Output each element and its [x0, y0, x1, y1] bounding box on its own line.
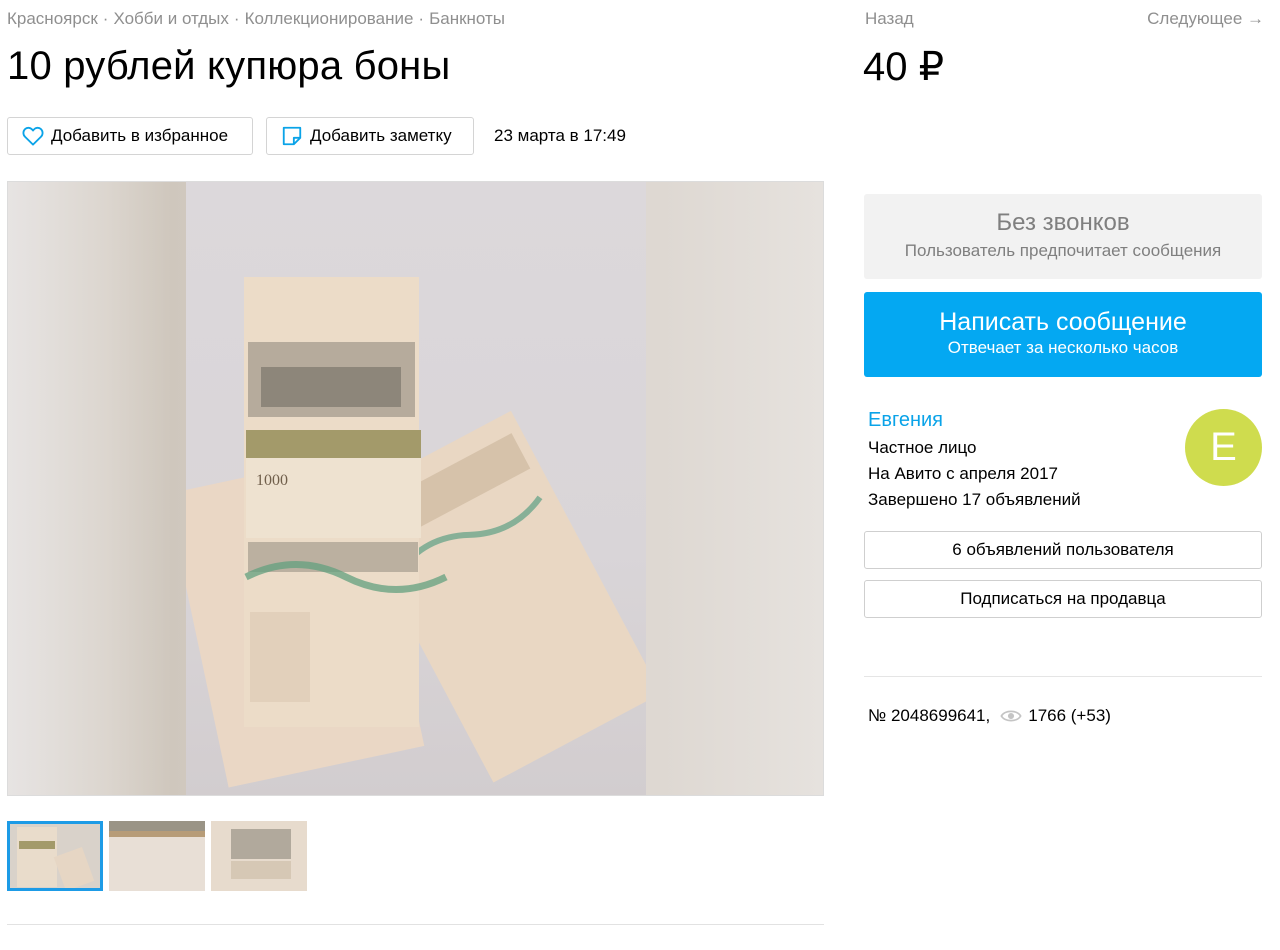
- seller-completed: Завершено 17 объявлений: [868, 490, 1081, 509]
- breadcrumb-separator: ·: [233, 9, 240, 28]
- listing-meta: № 2048699641, 1766 (+53): [868, 706, 1111, 726]
- thumbnail-strip: [7, 821, 307, 891]
- add-note-button[interactable]: Добавить заметку: [266, 117, 474, 155]
- breadcrumb: Красноярск · Хобби и отдых · Коллекционирова…: [7, 9, 505, 29]
- thumbnail-image: [109, 821, 205, 891]
- add-note-label: Добавить заметку: [310, 126, 452, 145]
- back-link[interactable]: Назад: [865, 9, 914, 29]
- breadcrumb-separator: ·: [418, 9, 425, 28]
- avatar[interactable]: Е: [1185, 409, 1262, 486]
- publish-date: 23 марта в 17:49: [494, 126, 626, 145]
- thumbnail-image: [211, 821, 307, 891]
- no-calls-notice: Без звонков Пользователь предпочитает со…: [864, 194, 1262, 279]
- seller-since: На Авито с апреля 2017: [868, 464, 1058, 483]
- price: 40 ₽: [863, 45, 945, 89]
- no-calls-title: Без звонков: [996, 209, 1130, 236]
- seller-ads-button[interactable]: 6 объявлений пользователя: [864, 531, 1262, 569]
- breadcrumb-separator: ·: [102, 9, 109, 28]
- wrapper-text: 1000: [256, 472, 288, 489]
- page-title: 10 рублей купюра боны: [7, 44, 451, 88]
- thumbnail-image: [7, 821, 103, 891]
- breadcrumb-hobby[interactable]: Хобби и отдых: [113, 9, 228, 28]
- add-to-favorites-label: Добавить в избранное: [51, 126, 229, 145]
- seller-info: Евгения Частное лицо На Авито с апреля 2…: [868, 409, 1081, 510]
- listing-number: № 2048699641,: [868, 706, 991, 725]
- divider: [7, 924, 824, 925]
- breadcrumb-banknotes[interactable]: Банкноты: [429, 9, 505, 28]
- breadcrumb-collecting[interactable]: Коллекционирование: [245, 9, 414, 28]
- views-count: 1766 (+53): [1028, 706, 1111, 725]
- thumbnail-3[interactable]: [211, 821, 307, 891]
- next-link[interactable]: Следующее →: [1147, 9, 1264, 29]
- thumbnail-2[interactable]: [109, 821, 205, 891]
- response-time: Отвечает за несколько часов: [947, 338, 1179, 357]
- no-calls-subtitle: Пользователь предпочитает сообщения: [904, 241, 1222, 260]
- add-to-favorites-button[interactable]: Добавить в избранное: [7, 117, 253, 155]
- note-icon: [282, 126, 302, 146]
- seller-name[interactable]: Евгения: [868, 409, 1081, 432]
- write-message-label: Написать сообщение: [939, 308, 1187, 336]
- divider: [864, 676, 1262, 677]
- subscribe-seller-button[interactable]: Подписаться на продавца: [864, 580, 1262, 618]
- eye-icon: [1000, 710, 1022, 722]
- seller-type: Частное лицо: [868, 438, 977, 457]
- photo-gallery[interactable]: 1000: [7, 181, 824, 796]
- breadcrumb-city[interactable]: Красноярск: [7, 9, 98, 28]
- main-photo[interactable]: 1000: [186, 182, 646, 795]
- banknotes-photo: 1000: [186, 277, 646, 788]
- thumbnail-1[interactable]: [7, 821, 103, 891]
- write-message-button[interactable]: Написать сообщение Отвечает за несколько…: [864, 292, 1262, 377]
- heart-icon: [22, 126, 44, 146]
